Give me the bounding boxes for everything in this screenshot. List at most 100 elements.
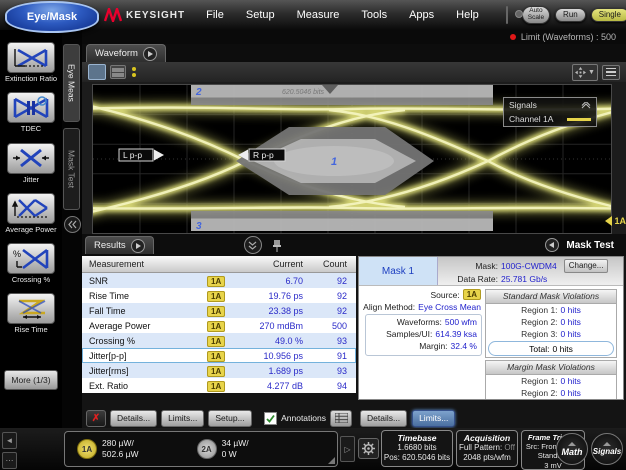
std-region-3-row: Region 3:0 hits xyxy=(486,328,616,340)
mask-1-selector[interactable]: Mask 1 xyxy=(359,257,438,285)
signals-legend[interactable]: Signals Channel 1A xyxy=(503,97,597,127)
mask-details-button[interactable]: Details... xyxy=(360,410,407,427)
mask-region-3[interactable]: 3 xyxy=(191,211,493,232)
results-footer-toolbar: ✗ Details... Limits... Setup... Annotati… xyxy=(82,408,356,428)
pan-zoom-button[interactable]: ▼ xyxy=(572,64,598,81)
eye-diagram-plot[interactable]: 620.5046 bits 2 3 1 L p-p xyxy=(92,84,612,234)
menu-apps[interactable]: Apps xyxy=(398,0,445,30)
tab-results[interactable]: Results xyxy=(85,236,154,254)
tab-mask-test[interactable]: Mask Test xyxy=(63,128,80,210)
sidebar-item-average-power[interactable]: Average Power xyxy=(5,193,56,234)
collapse-chevron-icon[interactable] xyxy=(581,102,591,109)
settings-gear-button[interactable] xyxy=(358,438,379,459)
table-row-jitter-rms[interactable]: Jitter[rms] 1A 1.689 ps 93 xyxy=(82,363,356,378)
mask-footer-toolbar: Details... Limits... xyxy=(356,408,626,428)
eye-mask-mode-button[interactable]: Eye/Mask xyxy=(5,1,99,33)
screenshot-camera-icon[interactable] xyxy=(506,6,508,24)
single-display-button[interactable] xyxy=(88,64,106,80)
mask-test-back-icon[interactable] xyxy=(545,238,559,252)
split-display-button[interactable] xyxy=(110,65,126,79)
mgn-region-2-row: Region 2:0 hits xyxy=(486,387,616,399)
acquisition-panel[interactable]: Acquisition Full Pattern: Off 2048 pts/w… xyxy=(456,430,518,467)
menu-measure[interactable]: Measure xyxy=(286,0,351,30)
menu-file[interactable]: File xyxy=(195,0,235,30)
scroll-right-button[interactable]: ▷ xyxy=(340,436,355,462)
up-arrow-icon xyxy=(603,442,611,446)
sidebar-item-crossing-pct[interactable]: % Crossing % xyxy=(7,243,55,284)
table-grid-icon xyxy=(335,413,348,423)
tab-waveform[interactable]: Waveform xyxy=(86,44,166,62)
table-row-fall-time[interactable]: Fall Time 1A 23.38 ps 92 xyxy=(82,303,356,318)
flexdca-window: { "titlebar": { "app_button": "Eye/Mask"… xyxy=(0,0,626,470)
table-row-jitter-pp-selected[interactable]: Jitter[p-p] 1A 10.956 ps 91 xyxy=(82,348,356,363)
sidebar-item-extinction-ratio[interactable]: Extinction Ratio xyxy=(5,42,57,83)
waveform-toolbar: ▼ xyxy=(82,62,626,82)
results-setup-button[interactable]: Setup... xyxy=(208,410,251,427)
results-expand-icon[interactable] xyxy=(131,239,145,253)
signals-button[interactable]: Signals xyxy=(591,433,623,465)
pin-icon[interactable] xyxy=(272,239,282,252)
standard-violations-title: Standard Mask Violations xyxy=(486,290,616,304)
sidebar-item-tdec[interactable]: TDEC xyxy=(7,92,55,133)
svg-text:2: 2 xyxy=(195,87,202,98)
channel-summary-panel[interactable]: 1A 280 µW/ 502.6 µW 2A 34 µW/ 0 W xyxy=(64,431,338,467)
timebase-panel[interactable]: Timebase 1.6680 bits Pos: 620.5046 bits xyxy=(381,430,453,467)
mask-test-panel: Mask 1 Mask: 100G-CWDM4 Change... Data R… xyxy=(356,256,626,428)
table-row-rise-time[interactable]: Rise Time 1A 19.76 ps 92 xyxy=(82,288,356,303)
sidebar-item-jitter[interactable]: Jitter xyxy=(7,143,55,184)
average-power-icon xyxy=(7,193,55,224)
brand-text: KEYSIGHT xyxy=(126,10,185,21)
source-badge: 1A xyxy=(207,351,225,362)
data-rate-label: Data Rate: xyxy=(442,274,498,284)
more-measurements-button[interactable]: More (1/3) xyxy=(4,370,58,390)
mask-region-2[interactable]: 620.5046 bits 2 xyxy=(191,85,493,105)
auto-scale-button[interactable]: Auto Scale xyxy=(522,6,550,24)
table-row-ext-ratio[interactable]: Ext. Ratio 1A 4.277 dB 94 xyxy=(82,378,356,393)
mask-limits-button[interactable]: Limits... xyxy=(412,410,455,427)
checkmark-icon xyxy=(266,414,275,423)
double-chevron-down-icon xyxy=(248,241,257,250)
change-mask-button[interactable]: Change... xyxy=(564,259,609,273)
table-row-average-power[interactable]: Average Power 1A 270 mdBm 500 xyxy=(82,318,356,333)
run-control-group: Auto Scale Run Single Clear xyxy=(522,6,626,24)
menu-tools[interactable]: Tools xyxy=(350,0,398,30)
mgn-region-3-row: Region 3:0 hits xyxy=(486,399,616,400)
table-view-button[interactable] xyxy=(330,410,352,427)
waveform-menu-button[interactable] xyxy=(602,65,620,80)
results-details-button[interactable]: Details... xyxy=(110,410,157,427)
run-button[interactable]: Run xyxy=(555,8,586,22)
scroll-left-button[interactable]: ◄ xyxy=(2,432,17,449)
waveform-tabbar: Waveform xyxy=(82,44,626,62)
channel-2a-badge: 2A xyxy=(197,439,217,459)
collapse-panel-button[interactable] xyxy=(244,236,262,254)
source-badge: 1A xyxy=(207,276,225,287)
source-badge: 1A xyxy=(207,291,225,302)
jitter-icon xyxy=(7,143,55,174)
math-button[interactable]: Math xyxy=(556,433,588,465)
sidebar-item-rise-time[interactable]: Rise Time xyxy=(7,293,55,334)
std-total-row[interactable]: Total:0 hits xyxy=(488,341,614,356)
results-table-header: Measurement Current Count xyxy=(82,256,356,273)
channel-1a-level-marker[interactable]: 1A xyxy=(605,216,626,226)
source-badge[interactable]: 1A xyxy=(463,289,481,300)
sidebar-collapse-button[interactable] xyxy=(64,216,81,233)
crossing-percent-icon: % xyxy=(7,243,55,274)
table-row-snr[interactable]: SNR 1A 6.70 92 xyxy=(82,273,356,288)
channel-1a-summary[interactable]: 1A 280 µW/ 502.6 µW xyxy=(77,438,139,459)
expand-tab-icon[interactable] xyxy=(143,47,157,61)
source-badge: 1A xyxy=(207,321,225,332)
delete-measurement-button[interactable]: ✗ xyxy=(86,410,106,427)
std-region-1-row: Region 1:0 hits xyxy=(486,304,616,316)
svg-text:R p-p: R p-p xyxy=(253,150,274,160)
menu-setup[interactable]: Setup xyxy=(235,0,286,30)
results-limits-button[interactable]: Limits... xyxy=(161,410,204,427)
table-row-crossing[interactable]: Crossing % 1A 49.0 % 93 xyxy=(82,333,356,348)
limit-indicator-icon xyxy=(510,34,516,40)
channel-2a-summary[interactable]: 2A 34 µW/ 0 W xyxy=(197,438,249,459)
menu-help[interactable]: Help xyxy=(445,0,490,30)
source-badge: 1A xyxy=(207,381,225,392)
more-channels-button[interactable]: ⋯ xyxy=(2,452,17,469)
single-button[interactable]: Single xyxy=(591,8,626,22)
annotations-checkbox[interactable] xyxy=(264,412,277,425)
tab-eye-meas[interactable]: Eye Meas xyxy=(63,44,80,122)
